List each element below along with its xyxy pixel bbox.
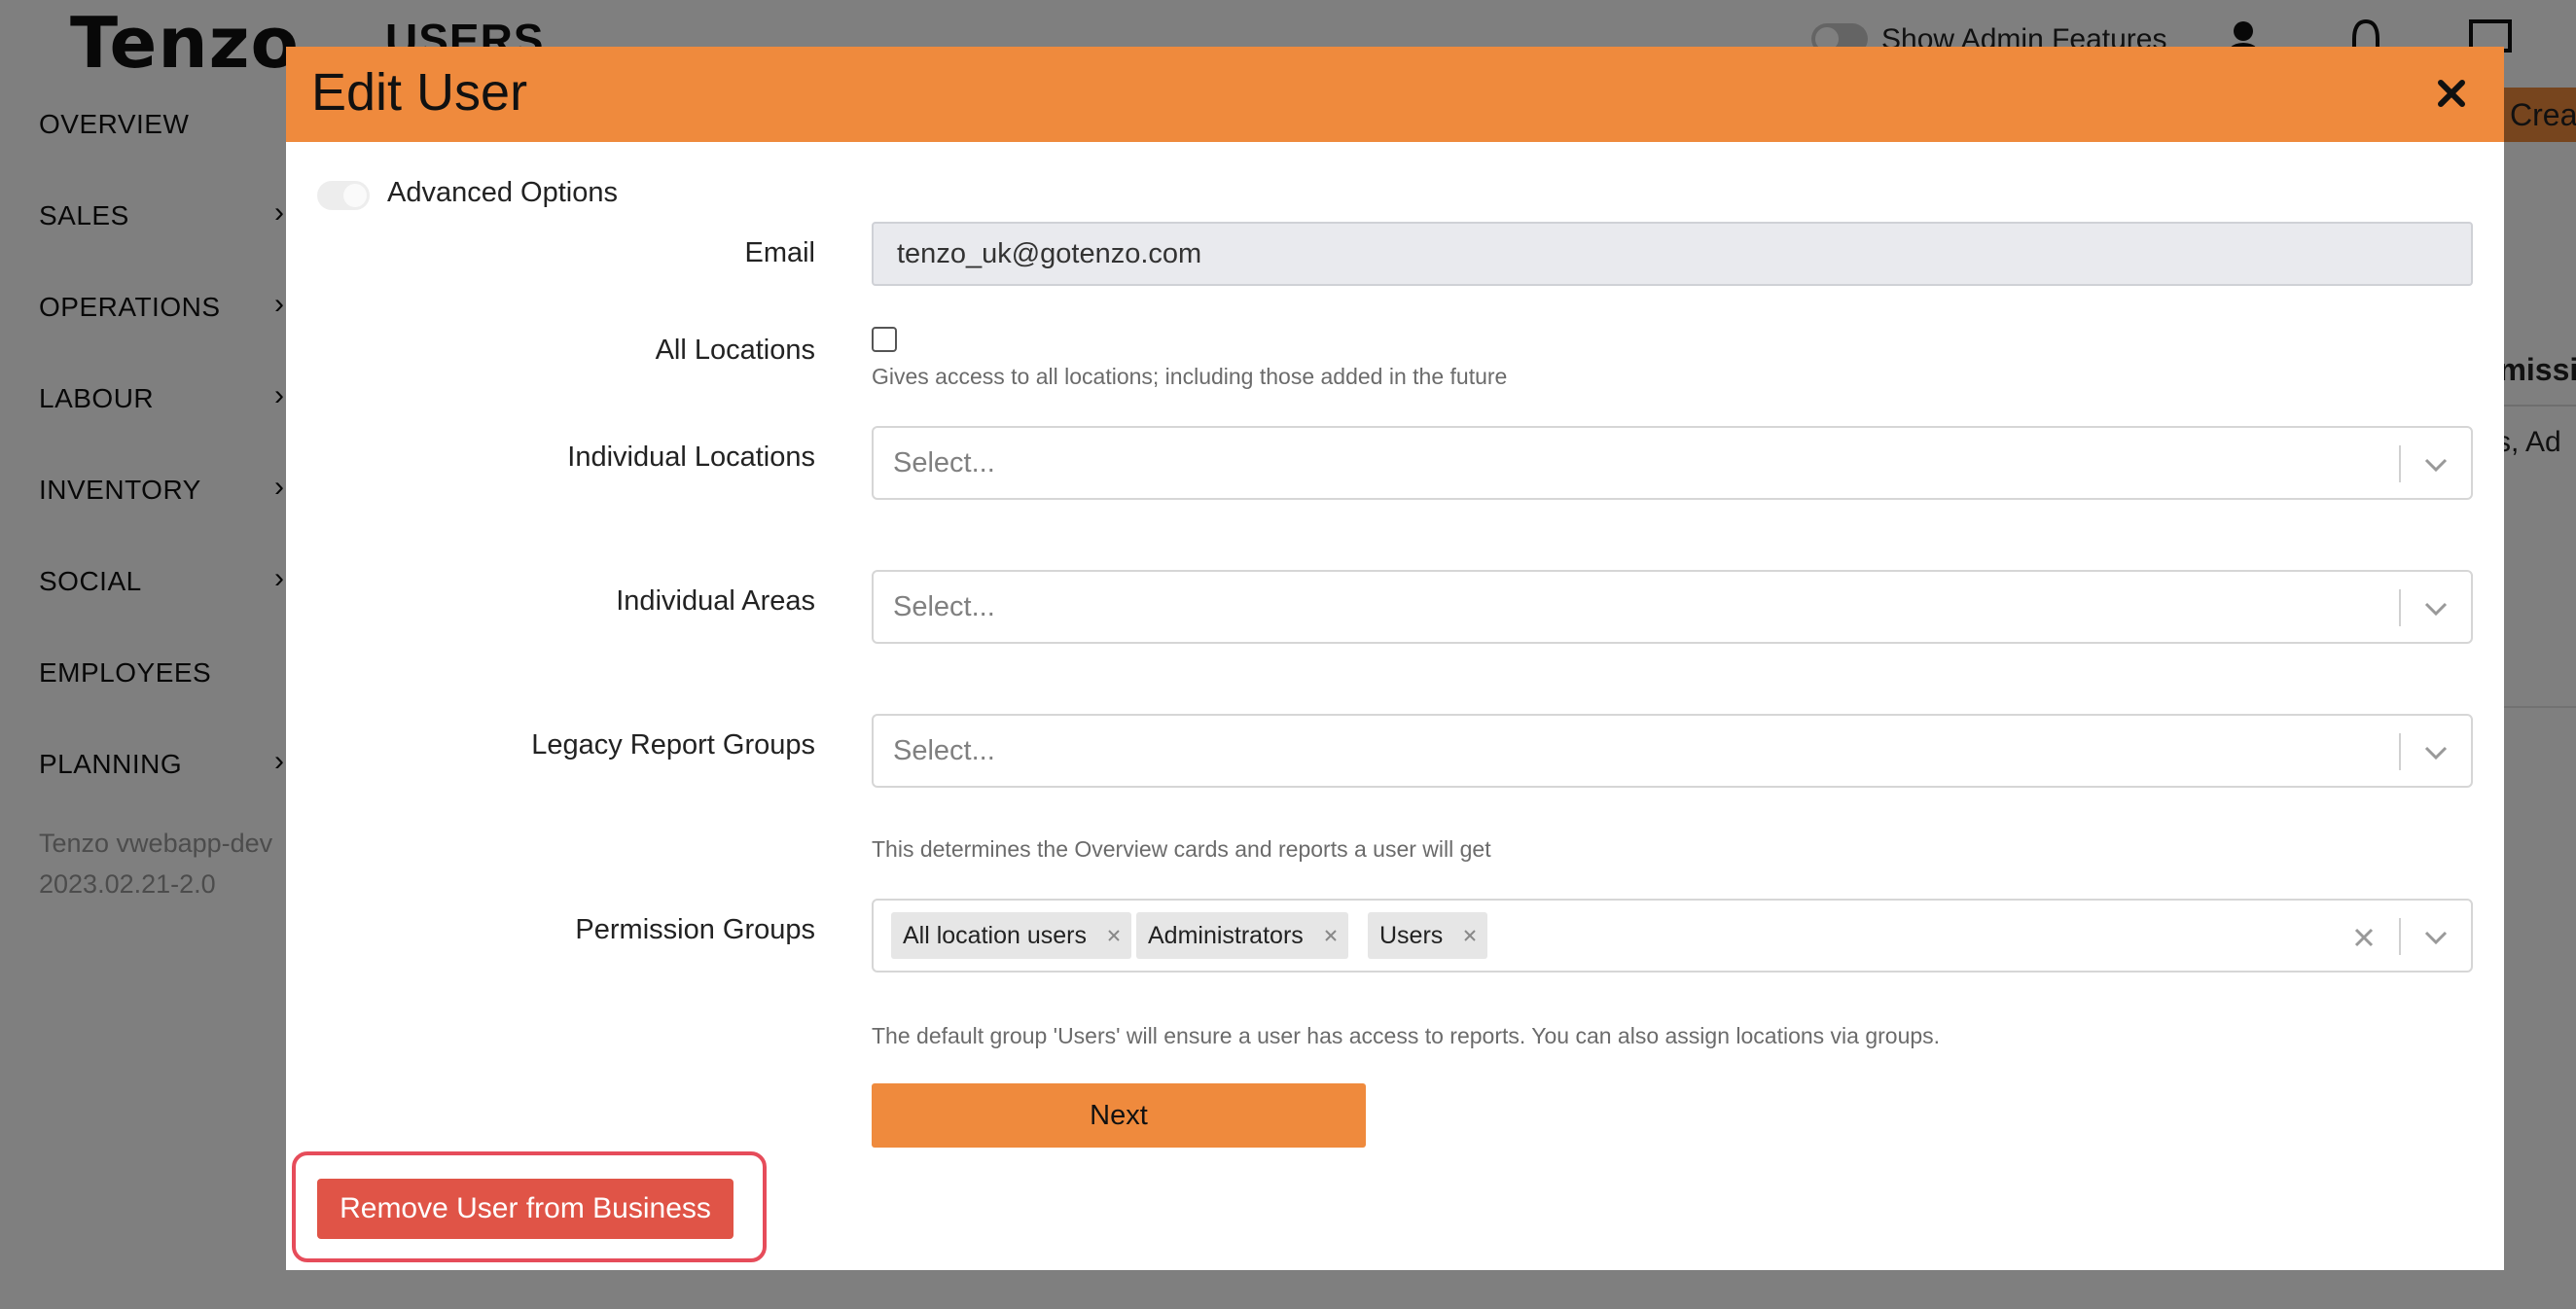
all-locations-label: All Locations bbox=[655, 335, 815, 366]
advanced-options-toggle[interactable] bbox=[317, 181, 370, 210]
select-separator bbox=[2399, 445, 2401, 482]
individual-areas-select[interactable]: Select... bbox=[872, 570, 2473, 644]
legacy-report-groups-select[interactable]: Select... bbox=[872, 714, 2473, 788]
permission-groups-help: The default group 'Users' will ensure a … bbox=[872, 1023, 1941, 1048]
select-separator bbox=[2399, 918, 2401, 955]
email-label: Email bbox=[744, 237, 815, 268]
chip-label: Administrators bbox=[1148, 921, 1304, 949]
individual-areas-label: Individual Areas bbox=[616, 585, 815, 617]
select-separator bbox=[2399, 733, 2401, 770]
permission-chip-administrators: Administrators bbox=[1136, 912, 1348, 959]
next-button[interactable]: Next bbox=[872, 1083, 1366, 1148]
permission-groups-select[interactable]: All location users Administrators Users bbox=[872, 899, 2473, 973]
remove-user-from-business-button[interactable]: Remove User from Business bbox=[317, 1179, 733, 1239]
modal-header: Edit User bbox=[286, 47, 2504, 142]
remove-chip-icon[interactable] bbox=[1460, 926, 1480, 945]
legacy-report-groups-help: This determines the Overview cards and r… bbox=[872, 836, 1491, 862]
legacy-report-groups-label: Legacy Report Groups bbox=[531, 729, 815, 761]
edit-user-modal: Edit User Advanced Options Email tenzo_u… bbox=[286, 47, 2504, 1270]
email-field[interactable]: tenzo_uk@gotenzo.com bbox=[872, 222, 2473, 286]
chevron-down-icon[interactable] bbox=[2416, 733, 2455, 772]
select-placeholder: Select... bbox=[893, 591, 995, 622]
remove-chip-icon[interactable] bbox=[1104, 926, 1124, 945]
chevron-down-icon[interactable] bbox=[2416, 445, 2455, 484]
select-placeholder: Select... bbox=[893, 735, 995, 766]
individual-locations-select[interactable]: Select... bbox=[872, 426, 2473, 500]
permission-groups-label: Permission Groups bbox=[575, 914, 815, 945]
permission-chip-all-location-users: All location users bbox=[891, 912, 1131, 959]
select-separator bbox=[2399, 589, 2401, 626]
all-locations-help: Gives access to all locations; including… bbox=[872, 364, 1508, 389]
clear-all-icon[interactable] bbox=[2344, 918, 2383, 957]
individual-locations-label: Individual Locations bbox=[567, 442, 815, 473]
modal-title: Edit User bbox=[311, 63, 528, 122]
advanced-options-label: Advanced Options bbox=[387, 177, 618, 208]
chip-label: Users bbox=[1379, 921, 1444, 949]
all-locations-checkbox[interactable] bbox=[872, 327, 897, 352]
close-button[interactable] bbox=[2424, 66, 2479, 121]
chevron-down-icon[interactable] bbox=[2416, 918, 2455, 957]
close-icon bbox=[2438, 80, 2465, 107]
chevron-down-icon[interactable] bbox=[2416, 589, 2455, 628]
select-placeholder: Select... bbox=[893, 447, 995, 478]
permission-chip-users: Users bbox=[1368, 912, 1488, 959]
remove-chip-icon[interactable] bbox=[1321, 926, 1341, 945]
chip-label: All location users bbox=[903, 921, 1087, 949]
